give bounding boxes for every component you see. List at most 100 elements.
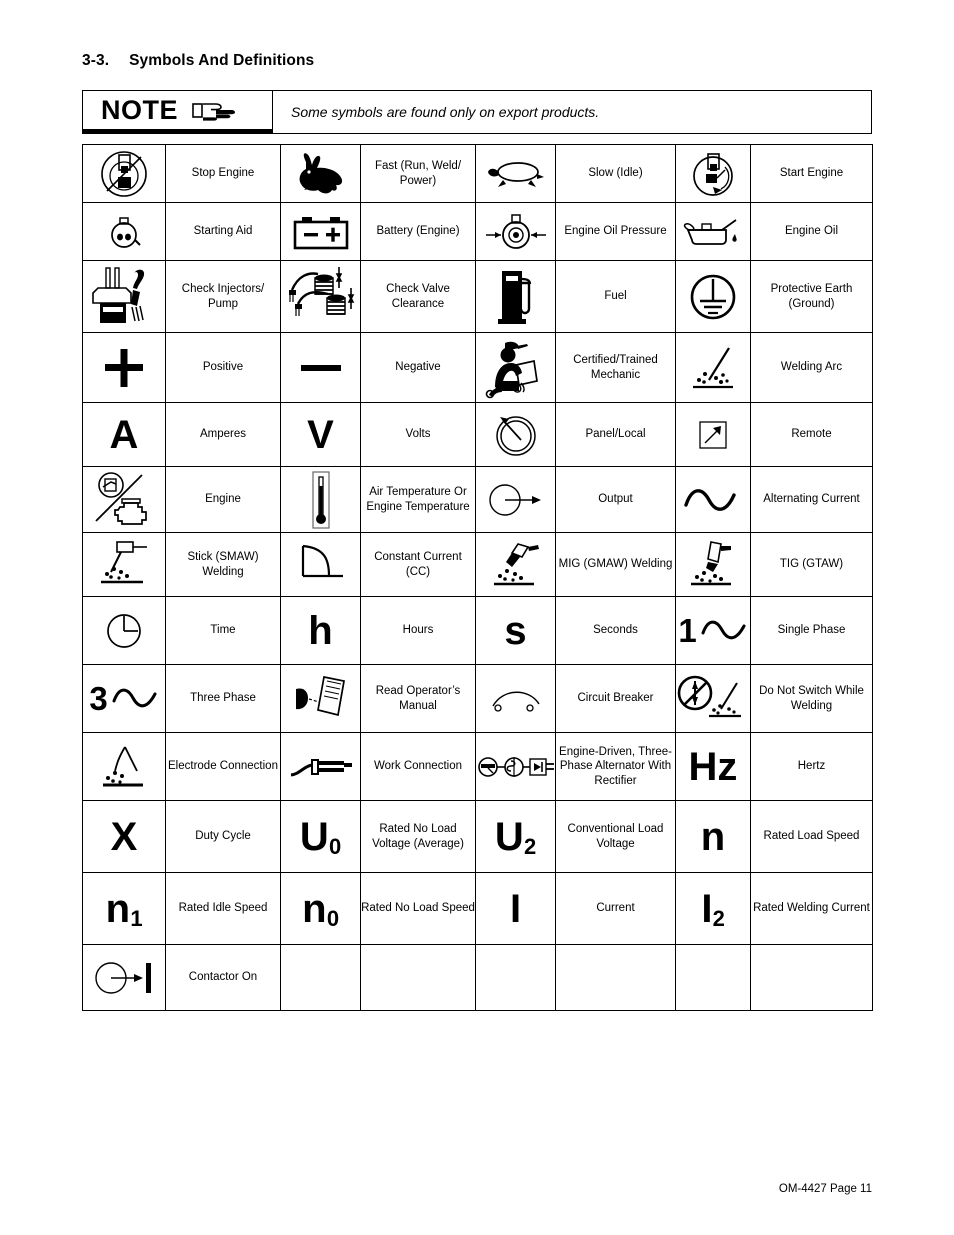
symbols-table: Stop Engine Fast (Run, Weld/ Power) Slow… [82, 144, 873, 1011]
letter-i-icon: I [475, 872, 556, 945]
symbol-label: Output [555, 466, 676, 533]
symbol-glyph: s [504, 608, 527, 653]
symbol-label: Time [165, 596, 281, 665]
symbol-glyph: n [105, 886, 131, 931]
symbol-label: Slow (Idle) [555, 144, 676, 203]
symbol-label: Welding Arc [750, 332, 873, 403]
symbol-glyph: X [110, 814, 138, 859]
read-operators-manual-icon [280, 664, 361, 733]
symbol-label: Rated No Load Voltage (Average) [360, 800, 476, 873]
symbol-label: Certified/Trained Mechanic [555, 332, 676, 403]
alternating-current-icon [675, 466, 751, 533]
note-text-area: Some symbols are found only on export pr… [273, 91, 871, 133]
symbol-label: Rated No Load Speed [360, 872, 476, 945]
symbol-label: Three Phase [165, 664, 281, 733]
symbol-label: Circuit Breaker [555, 664, 676, 733]
phase-number: 1 [678, 612, 697, 649]
symbol-label: Engine-Driven, Three-Phase Alternator Wi… [555, 732, 676, 801]
engine-oil-pressure-icon [475, 202, 556, 261]
panel-local-dial-icon [475, 402, 556, 467]
symbol-glyph: V [307, 412, 334, 457]
n-one-icon: n1 [82, 872, 166, 945]
remote-arrow-icon [675, 402, 751, 467]
letter-n-icon: n [675, 800, 751, 873]
symbol-glyph: h [308, 608, 333, 653]
symbol-glyph: I [509, 886, 522, 931]
symbol-glyph: U [299, 814, 329, 859]
empty-cell [555, 944, 676, 1011]
symbol-subscript: 0 [329, 834, 342, 860]
circuit-breaker-icon [475, 664, 556, 733]
stop-engine-icon [82, 144, 166, 203]
symbol-label: Remote [750, 402, 873, 467]
welding-arc-icon [675, 332, 751, 403]
symbol-label: Conventional Load Voltage [555, 800, 676, 873]
symbol-label: Rated Idle Speed [165, 872, 281, 945]
symbol-glyph: n [700, 814, 726, 859]
protective-earth-ground-icon [675, 260, 751, 333]
section-number: 3-3. [82, 52, 110, 69]
letter-x-icon: X [82, 800, 166, 873]
symbol-label: Protective Earth (Ground) [750, 260, 873, 333]
u-two-icon: U2 [475, 800, 556, 873]
symbol-glyph: Hz [688, 744, 738, 789]
three-phase-icon: 3 [82, 664, 166, 733]
symbol-label: Contactor On [165, 944, 281, 1011]
symbol-label: Single Phase [750, 596, 873, 665]
letter-h-icon: h [280, 596, 361, 665]
minus-negative-icon [280, 332, 361, 403]
symbol-label: Rated Welding Current [750, 872, 873, 945]
engine-driven-alternator-rectifier-icon [475, 732, 556, 801]
thermometer-icon [280, 466, 361, 533]
constant-current-icon [280, 532, 361, 597]
symbol-label: Starting Aid [165, 202, 281, 261]
symbol-label: TIG (GTAW) [750, 532, 873, 597]
symbol-label: Check Valve Clearance [360, 260, 476, 333]
letter-v-icon: V [280, 402, 361, 467]
symbol-label: Panel/Local [555, 402, 676, 467]
empty-cell [750, 944, 873, 1011]
page-footer: OM-4427 Page 11 [778, 1183, 872, 1195]
symbol-label: Seconds [555, 596, 676, 665]
symbol-subscript: 1 [130, 906, 143, 932]
sine-wave-icon [112, 688, 157, 707]
tig-gtaw-welding-icon [675, 532, 751, 597]
electrode-connection-icon [82, 732, 166, 801]
empty-cell [360, 944, 476, 1011]
symbol-label: Hertz [750, 732, 873, 801]
fuel-pump-icon [475, 260, 556, 333]
table-row: Electrode Connection Work Connection Eng… [82, 732, 873, 801]
section-title: Symbols And Definitions [129, 52, 315, 69]
hertz-icon: Hz [675, 732, 751, 801]
symbol-label: Hours [360, 596, 476, 665]
symbol-label: Check Injectors/ Pump [165, 260, 281, 333]
single-phase-icon: 1 [675, 596, 751, 665]
symbol-subscript: 2 [712, 906, 725, 932]
symbol-label: MIG (GMAW) Welding [555, 532, 676, 597]
symbol-label: Rated Load Speed [750, 800, 873, 873]
symbol-glyph: n [302, 886, 327, 931]
symbol-label: Fuel [555, 260, 676, 333]
note-label: NOTE [101, 94, 179, 125]
symbol-label: Volts [360, 402, 476, 467]
plus-positive-icon [82, 332, 166, 403]
battery-icon [280, 202, 361, 261]
table-row: Time h Hours s Seconds 1 Single Phase [82, 596, 873, 665]
table-row: 3 Three Phase Read Operator’s Manual Cir… [82, 664, 873, 733]
symbol-label: Positive [165, 332, 281, 403]
symbol-label: Constant Current (CC) [360, 532, 476, 597]
empty-cell [475, 944, 556, 1011]
manual-page: 3-3. Symbols And Definitions NOTE Some sy… [0, 0, 954, 1235]
symbol-label: Stop Engine [165, 144, 281, 203]
symbol-label: Do Not Switch While Welding [750, 664, 873, 733]
turtle-slow-icon [475, 144, 556, 203]
symbol-label: Work Connection [360, 732, 476, 801]
note-label-area: NOTE [83, 91, 273, 133]
check-injectors-pump-icon [82, 260, 166, 333]
symbol-label: Engine Oil [750, 202, 873, 261]
symbol-subscript: 0 [326, 906, 340, 932]
table-row: n1 Rated Idle Speed n0 Rated No Load Spe… [82, 872, 873, 945]
u-zero-icon: U0 [280, 800, 361, 873]
work-connection-icon [280, 732, 361, 801]
mig-gmaw-welding-icon [475, 532, 556, 597]
